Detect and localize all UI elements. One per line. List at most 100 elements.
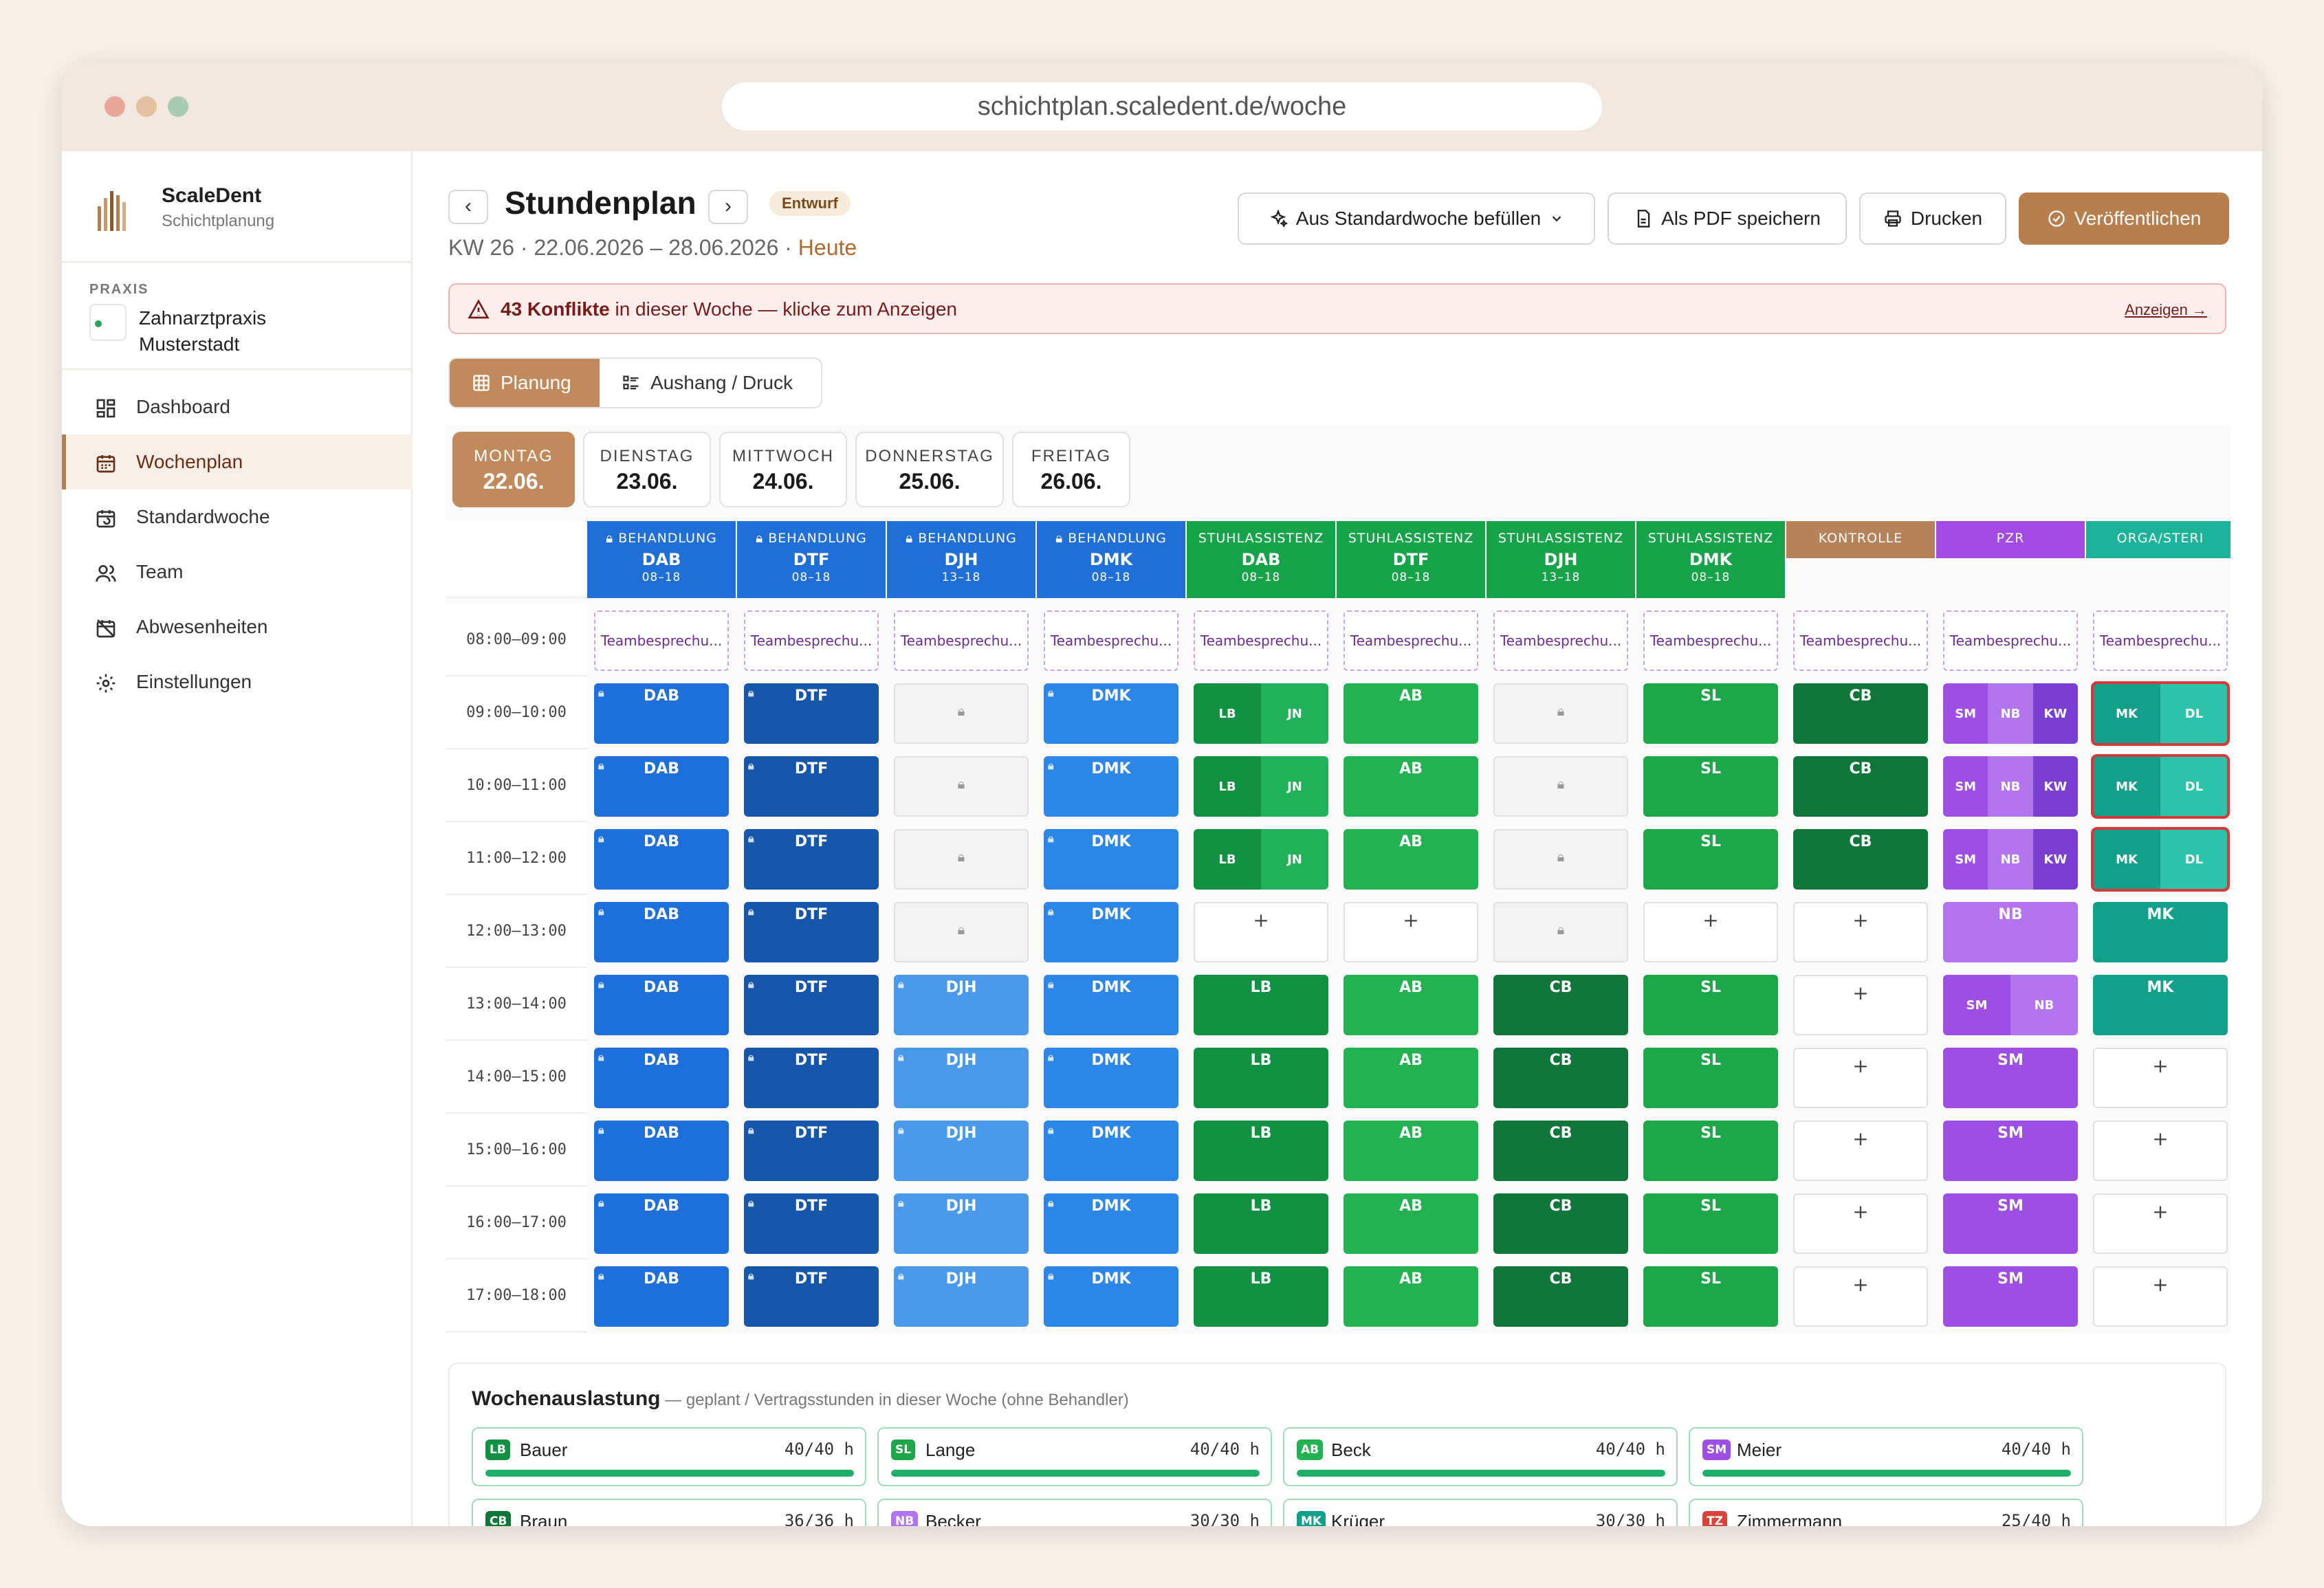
shift-cell[interactable]: 🔒︎ DAB xyxy=(594,683,729,744)
praxis-name[interactable]: Zahnarztpraxis Musterstadt xyxy=(139,305,266,357)
publish-button[interactable]: Veröffentlichen xyxy=(2019,192,2229,245)
add-shift-cell[interactable]: + xyxy=(1194,902,1328,962)
sidebar-item-wochenplan[interactable]: Wochenplan xyxy=(62,434,413,489)
fill-from-standard-week-button[interactable]: Aus Standardwoche befüllen xyxy=(1238,192,1595,245)
shift-cell[interactable]: SL xyxy=(1643,1121,1778,1181)
shared-shift-cell[interactable]: LB JN xyxy=(1194,683,1328,744)
shift-cell[interactable]: 🔒︎ DTF xyxy=(744,1048,879,1108)
meeting-cell[interactable]: Teambesprechu... xyxy=(1194,610,1328,671)
next-week-button[interactable]: › xyxy=(708,190,748,224)
sidebar-item-einstellungen[interactable]: Einstellungen xyxy=(62,654,413,709)
shift-cell[interactable]: AB xyxy=(1344,975,1478,1035)
tab-print-view[interactable]: Aushang / Druck xyxy=(600,359,821,407)
add-shift-cell[interactable]: + xyxy=(1793,1193,1928,1254)
shift-cell[interactable]: LB xyxy=(1194,1121,1328,1181)
locked-cell[interactable]: 🔒︎ xyxy=(1493,683,1628,744)
shift-cell[interactable]: CB xyxy=(1493,1048,1628,1108)
shift-cell[interactable]: SM xyxy=(1943,1193,2078,1254)
day-tab-mittwoch[interactable]: MITTWOCH 24.06. xyxy=(719,432,847,507)
meeting-cell[interactable]: Teambesprechu... xyxy=(1493,610,1628,671)
shift-cell[interactable]: 🔒︎ DAB xyxy=(594,1048,729,1108)
shift-cell[interactable]: 🔒︎ DTF xyxy=(744,756,879,817)
shift-cell[interactable]: LB xyxy=(1194,1048,1328,1108)
day-tab-freitag[interactable]: FREITAG 26.06. xyxy=(1012,432,1130,507)
shift-cell[interactable]: 🔒︎ DTF xyxy=(744,1121,879,1181)
meeting-cell[interactable]: Teambesprechu... xyxy=(594,610,729,671)
utilization-card[interactable]: SM Meier 40/40 h xyxy=(1689,1427,2083,1486)
save-pdf-button[interactable]: Als PDF speichern xyxy=(1608,192,1847,245)
show-conflicts-link[interactable]: Anzeigen → xyxy=(2125,301,2207,319)
maximize-window-dot[interactable] xyxy=(168,96,188,117)
shift-cell[interactable]: 🔒︎ DMK xyxy=(1044,829,1179,890)
meeting-cell[interactable]: Teambesprechu... xyxy=(1643,610,1778,671)
shift-cell[interactable]: 🔒︎ DAB xyxy=(594,756,729,817)
sidebar-item-abwesenheiten[interactable]: Abwesenheiten xyxy=(62,599,413,654)
shared-shift-cell[interactable]: SM NB KW xyxy=(1943,829,2078,890)
shift-cell[interactable]: CB xyxy=(1493,975,1628,1035)
locked-cell[interactable]: 🔒︎ xyxy=(894,902,1029,962)
shift-cell[interactable]: 🔒︎ DTF xyxy=(744,902,879,962)
shift-cell[interactable]: 🔒︎ DTF xyxy=(744,1266,879,1327)
shift-cell[interactable]: 🔒︎ DMK xyxy=(1044,902,1179,962)
shift-cell[interactable]: 🔒︎ DTF xyxy=(744,975,879,1035)
shift-cell[interactable]: 🔒︎ DMK xyxy=(1044,756,1179,817)
shift-cell[interactable]: MK xyxy=(2093,975,2228,1035)
meeting-cell[interactable]: Teambesprechu... xyxy=(894,610,1029,671)
add-shift-cell[interactable]: + xyxy=(2093,1121,2228,1181)
shift-cell[interactable]: 🔒︎ DMK xyxy=(1044,683,1179,744)
shift-cell[interactable]: AB xyxy=(1344,1121,1478,1181)
meeting-cell[interactable]: Teambesprechu... xyxy=(744,610,879,671)
shift-cell[interactable]: AB xyxy=(1344,1048,1478,1108)
shift-cell[interactable]: 🔒︎ DTF xyxy=(744,1193,879,1254)
utilization-card[interactable]: SL Lange 40/40 h xyxy=(877,1427,1272,1486)
shared-shift-cell[interactable]: LB JN xyxy=(1194,756,1328,817)
shift-cell[interactable]: 🔒︎ DJH xyxy=(894,1266,1029,1327)
shift-cell[interactable]: SL xyxy=(1643,683,1778,744)
utilization-card[interactable]: AB Beck 40/40 h xyxy=(1283,1427,1678,1486)
shift-cell[interactable]: CB xyxy=(1493,1266,1628,1327)
meeting-cell[interactable]: Teambesprechu... xyxy=(1344,610,1478,671)
prev-week-button[interactable]: ‹ xyxy=(448,190,488,224)
meeting-cell[interactable]: Teambesprechu... xyxy=(1793,610,1928,671)
shift-cell[interactable]: SL xyxy=(1643,829,1778,890)
shift-cell[interactable]: 🔒︎ DTF xyxy=(744,829,879,890)
close-window-dot[interactable] xyxy=(105,96,125,117)
add-shift-cell[interactable]: + xyxy=(2093,1266,2228,1327)
today-link[interactable]: Heute xyxy=(798,235,857,260)
shift-cell[interactable]: SL xyxy=(1643,756,1778,817)
utilization-card[interactable]: TZ Zimmermann 25/40 h xyxy=(1689,1499,2083,1526)
url-bar[interactable]: schichtplan.scaledent.de/woche xyxy=(722,82,1602,131)
shift-cell[interactable]: LB xyxy=(1194,1266,1328,1327)
shift-cell[interactable]: 🔒︎ DJH xyxy=(894,1121,1029,1181)
shift-cell[interactable]: 🔒︎ DMK xyxy=(1044,1048,1179,1108)
shift-cell[interactable]: 🔒︎ DJH xyxy=(894,1193,1029,1254)
meeting-cell[interactable]: Teambesprechu... xyxy=(1044,610,1179,671)
day-tab-donnerstag[interactable]: DONNERSTAG 25.06. xyxy=(855,432,1004,507)
add-shift-cell[interactable]: + xyxy=(1793,975,1928,1035)
utilization-card[interactable]: MK Krüger 30/30 h xyxy=(1283,1499,1678,1526)
shift-cell[interactable]: SM xyxy=(1943,1266,2078,1327)
locked-cell[interactable]: 🔒︎ xyxy=(894,829,1029,890)
add-shift-cell[interactable]: + xyxy=(1793,1121,1928,1181)
shift-cell[interactable]: SL xyxy=(1643,975,1778,1035)
sidebar-item-dashboard[interactable]: Dashboard xyxy=(62,379,413,434)
add-shift-cell[interactable]: + xyxy=(1344,902,1478,962)
shift-cell[interactable]: 🔒︎ DJH xyxy=(894,975,1029,1035)
add-shift-cell[interactable]: + xyxy=(1793,902,1928,962)
shared-shift-cell[interactable]: LB JN xyxy=(1194,829,1328,890)
shift-cell[interactable]: AB xyxy=(1344,1193,1478,1254)
locked-cell[interactable]: 🔒︎ xyxy=(894,756,1029,817)
day-tab-dienstag[interactable]: DIENSTAG 23.06. xyxy=(583,432,711,507)
shift-cell[interactable]: AB xyxy=(1344,756,1478,817)
shift-cell[interactable]: SM xyxy=(1943,1121,2078,1181)
shift-cell[interactable]: CB xyxy=(1493,1193,1628,1254)
shift-cell[interactable]: CB xyxy=(1493,1121,1628,1181)
day-tab-montag[interactable]: MONTAG 22.06. xyxy=(452,432,575,507)
conflict-shift-cell[interactable]: MK DL xyxy=(2091,681,2230,746)
shift-cell[interactable]: AB xyxy=(1344,1266,1478,1327)
sidebar-item-team[interactable]: Team xyxy=(62,544,413,599)
utilization-card[interactable]: CB Braun 36/36 h xyxy=(472,1499,866,1526)
add-shift-cell[interactable]: + xyxy=(2093,1048,2228,1108)
add-shift-cell[interactable]: + xyxy=(1643,902,1778,962)
shift-cell[interactable]: 🔒︎ DAB xyxy=(594,902,729,962)
